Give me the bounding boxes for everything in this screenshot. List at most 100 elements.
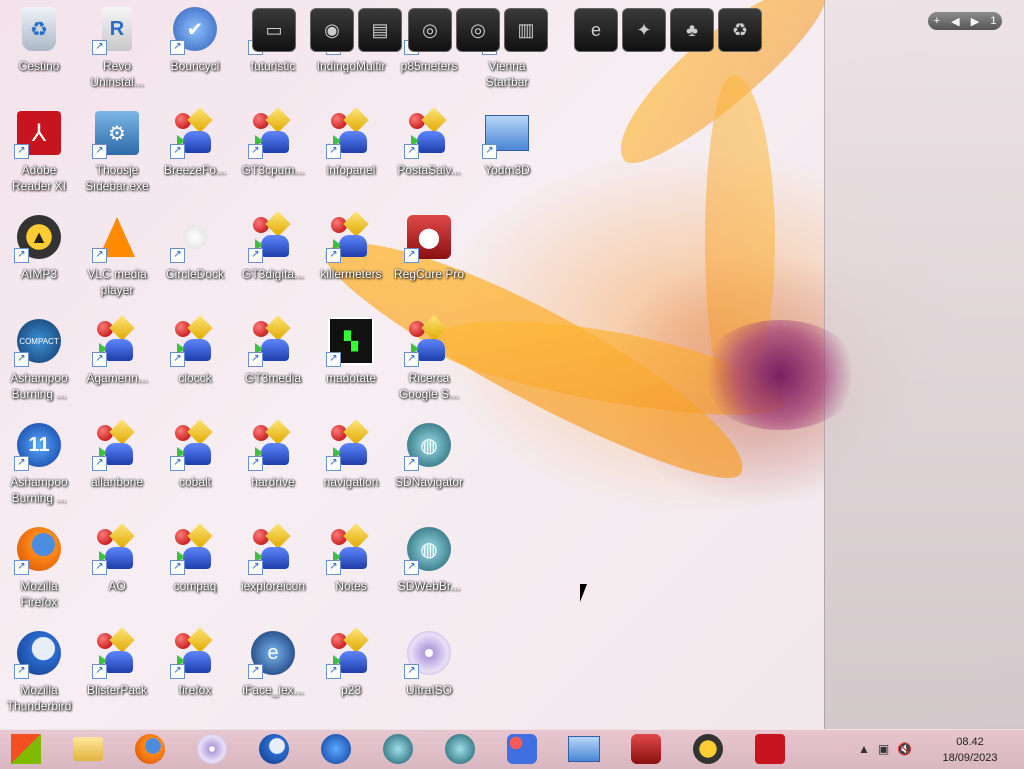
taskbar-button[interactable] (502, 732, 542, 766)
globe-icon[interactable]: ◉ (310, 8, 354, 52)
generic-app-icon (507, 734, 537, 764)
desktop-icon[interactable]: ◍ ↗ SDWebBr... (390, 522, 468, 620)
shortcut-arrow-icon: ↗ (248, 456, 263, 471)
dock-next-button[interactable]: ▶ (971, 15, 979, 28)
taskbar-button[interactable] (6, 732, 46, 766)
desktop-icon[interactable]: ⅄ ↗ Adobe Reader XI (0, 106, 78, 204)
desktop-icon-label: clocck (178, 371, 212, 385)
desktop-icon[interactable]: ↗ compaq (156, 522, 234, 620)
desktop-icon[interactable]: 11 ↗ Ashampoo Burning ... (0, 418, 78, 516)
taskbar-button[interactable] (626, 732, 666, 766)
tray-chevron-icon[interactable]: ▲ (858, 742, 870, 756)
taskbar-button[interactable] (750, 732, 790, 766)
desktop-icon[interactable]: ↗ navigation (312, 418, 390, 516)
taskbar-button[interactable] (130, 732, 170, 766)
desktop-icon-label: Cestino (18, 59, 60, 73)
taskbar-button[interactable] (68, 732, 108, 766)
desktop-icon[interactable]: ↗ Ricerca Google S... (390, 314, 468, 412)
shortcut-arrow-icon: ↗ (404, 664, 419, 679)
desktop-icon[interactable]: ↗ CircleDock (156, 210, 234, 308)
taskbar-button[interactable] (440, 732, 480, 766)
desktop-icon[interactable]: ↗ hardrive (234, 418, 312, 516)
speaker-icon[interactable]: ◎ (456, 8, 500, 52)
desktop-icon-image: ✔ ↗ (170, 6, 218, 55)
desktop-icon-image: ◍ ↗ (404, 422, 452, 471)
clock-time: 08.42 (956, 736, 984, 748)
desktop-icon[interactable]: ↗ Agamenn... (78, 314, 156, 412)
recycle-icon[interactable]: ♻ (718, 8, 762, 52)
desktop-icon-label: Bouncycl (170, 59, 220, 73)
desktop-icon[interactable]: ⬤ ↗ RegCure Pro (390, 210, 468, 308)
monitor-icon[interactable]: ▭ (252, 8, 296, 52)
desktop-icon[interactable]: ↗ PostaSalv... (390, 106, 468, 204)
shortcut-arrow-icon: ↗ (326, 456, 341, 471)
desktop-icon[interactable]: ▚ ↗ madotate (312, 314, 390, 412)
desktop-icon-image: ♻ (16, 6, 62, 52)
desktop-icon[interactable]: ↗ Notes (312, 522, 390, 620)
shortcut-arrow-icon: ↗ (14, 456, 29, 471)
users-icon[interactable]: ♣ (670, 8, 714, 52)
desktop-icon[interactable]: ↗ cobalt (156, 418, 234, 516)
ultraiso-icon (197, 734, 227, 764)
clock[interactable]: 08.42 18/09/2023 (928, 734, 1012, 766)
folder-icon[interactable]: ▤ (358, 8, 402, 52)
desktop-icon-image: ▲ ↗ (14, 214, 62, 263)
desktop-icon[interactable]: ↗ firefox (156, 626, 234, 724)
dock-prev-button[interactable]: ◀ (951, 15, 959, 28)
taskbar-button[interactable] (254, 732, 294, 766)
desktop-icon[interactable]: ✔ ↗ Bouncycl (156, 2, 234, 100)
taskbar-button[interactable] (688, 732, 728, 766)
desktop-icon[interactable]: ▲ ↗ AIMP3 (0, 210, 78, 308)
mixer-icon[interactable]: ▥ (504, 8, 548, 52)
dock-add-button[interactable]: + (934, 15, 940, 27)
webcam-icon[interactable]: ◎ (408, 8, 452, 52)
desktop-icon-image: R ↗ (92, 6, 140, 55)
desktop-icon[interactable]: ↗ GT3media (234, 314, 312, 412)
desktop-icon[interactable]: COMPACT ↗ Ashampoo Burning ... (0, 314, 78, 412)
desktop-icon[interactable]: ↗ GT3digita... (234, 210, 312, 308)
desktop-icon-label: compaq (173, 579, 217, 593)
taskbar-button[interactable] (316, 732, 356, 766)
desktop-icon-label: Ashampoo Burning ... (10, 475, 68, 505)
desktop-icon[interactable]: ↗ GT3cpum... (234, 106, 312, 204)
desktop-icon[interactable]: ↗ BlisterPack (78, 626, 156, 724)
clock-date: 18/09/2023 (942, 752, 998, 764)
desktop-icon[interactable]: ↗ allanbone (78, 418, 156, 516)
tshirt-icon[interactable]: ✦ (622, 8, 666, 52)
shortcut-arrow-icon: ↗ (170, 40, 185, 55)
desktop-icon[interactable]: ↗ UltraISO (390, 626, 468, 724)
desktop-icon[interactable]: ♻ Cestino (0, 2, 78, 100)
system-tray: ▲ ▣ 🔇 (858, 738, 912, 760)
shortcut-arrow-icon: ↗ (92, 560, 107, 575)
desktop-icon-image: COMPACT ↗ (14, 318, 62, 367)
desktop-icon-image: ↗ (326, 523, 374, 575)
desktop-icon[interactable]: ↗ BreezeFo... (156, 106, 234, 204)
desktop-icon[interactable]: R ↗ Revo Uninstal... (78, 2, 156, 100)
desktop-icon[interactable]: ⚙ ↗ Thoosje Sidebar.exe (78, 106, 156, 204)
desktop-icon[interactable]: ↗ infopanel (312, 106, 390, 204)
desktop-icon[interactable]: ↗ Mozilla Firefox (0, 522, 78, 620)
taskbar-button[interactable] (564, 732, 604, 766)
desktop-icon-image: ↗ (326, 419, 374, 471)
taskbar-button[interactable] (192, 732, 232, 766)
desktop-icon-label: PostaSalv... (397, 163, 461, 177)
desktop-icon[interactable]: ↗ Mozilla Thunderbird (0, 626, 78, 724)
volume-muted-icon[interactable]: 🔇 (897, 742, 912, 756)
dock-pager[interactable]: + ◀ ▶ 1 (928, 12, 1002, 30)
network-icon[interactable]: ▣ (878, 742, 889, 756)
desktop-icon-label: RegCure Pro (393, 267, 465, 281)
shortcut-arrow-icon: ↗ (14, 248, 29, 263)
desktop-icon[interactable]: ↗ p23 (312, 626, 390, 724)
desktop-icon[interactable]: ↗ AO (78, 522, 156, 620)
desktop-icon[interactable]: ↗ Yodm3D (468, 106, 546, 204)
desktop-icon-label: Mozilla Firefox (20, 579, 58, 609)
desktop-icon[interactable]: ↗ VLC media player (78, 210, 156, 308)
desktop-icon[interactable]: ◍ ↗ SDNavigator (390, 418, 468, 516)
desktop-icon[interactable]: ↗ iexploreicon (234, 522, 312, 620)
taskbar-button[interactable] (378, 732, 418, 766)
ie-icon[interactable]: e (574, 8, 618, 52)
desktop-icon[interactable]: ↗ clocck (156, 314, 234, 412)
desktop-icon[interactable]: e ↗ iFace_iex... (234, 626, 312, 724)
desktop-icon-image: ⬤ ↗ (404, 214, 452, 263)
desktop-icon[interactable]: ↗ killermeters (312, 210, 390, 308)
